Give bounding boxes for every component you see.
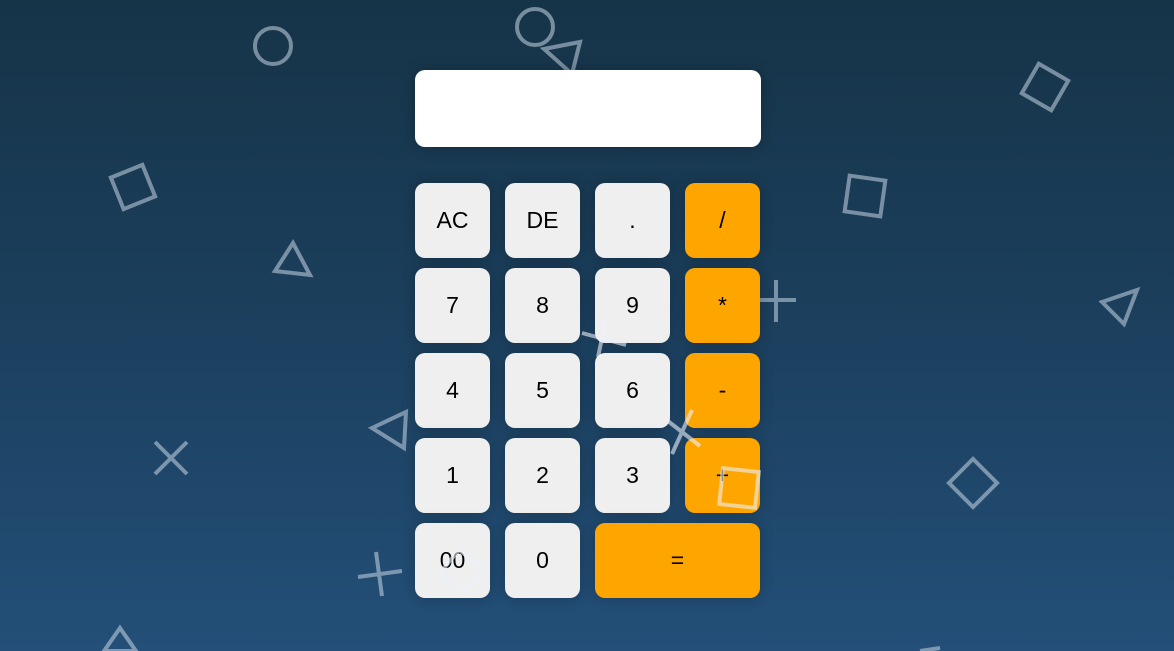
minus-button[interactable]: - [685, 353, 760, 428]
digit-8-button[interactable]: 8 [505, 268, 580, 343]
double-zero-button[interactable]: 00 [415, 523, 490, 598]
square-shape-icon [842, 173, 888, 219]
square-shape-icon [1019, 61, 1071, 113]
digit-4-button[interactable]: 4 [415, 353, 490, 428]
multiply-button[interactable]: * [685, 268, 760, 343]
equals-button[interactable]: = [595, 523, 760, 598]
triangle-shape-icon [1098, 286, 1141, 328]
triangle-shape-icon [271, 239, 314, 278]
digit-5-button[interactable]: 5 [505, 353, 580, 428]
digit-1-button[interactable]: 1 [415, 438, 490, 513]
square-shape-icon [108, 162, 158, 212]
digit-9-button[interactable]: 9 [595, 268, 670, 343]
triangle-shape-icon [101, 624, 139, 651]
digit-2-button[interactable]: 2 [505, 438, 580, 513]
divide-button[interactable]: / [685, 183, 760, 258]
square-shape-icon [946, 456, 1000, 510]
digit-7-button[interactable]: 7 [415, 268, 490, 343]
calculator-display[interactable] [415, 70, 761, 147]
digit-3-button[interactable]: 3 [595, 438, 670, 513]
circle-shape-icon [253, 26, 293, 66]
plus-button[interactable]: + [685, 438, 760, 513]
cross-shape-icon [357, 551, 403, 597]
cross-shape-icon [153, 440, 189, 476]
digit-0-button[interactable]: 0 [505, 523, 580, 598]
triangle-shape-icon [367, 408, 409, 452]
digit-6-button[interactable]: 6 [595, 353, 670, 428]
delete-button[interactable]: DE [505, 183, 580, 258]
circle-shape-icon [515, 7, 555, 47]
clear-all-button[interactable]: AC [415, 183, 490, 258]
decimal-button[interactable]: . [595, 183, 670, 258]
